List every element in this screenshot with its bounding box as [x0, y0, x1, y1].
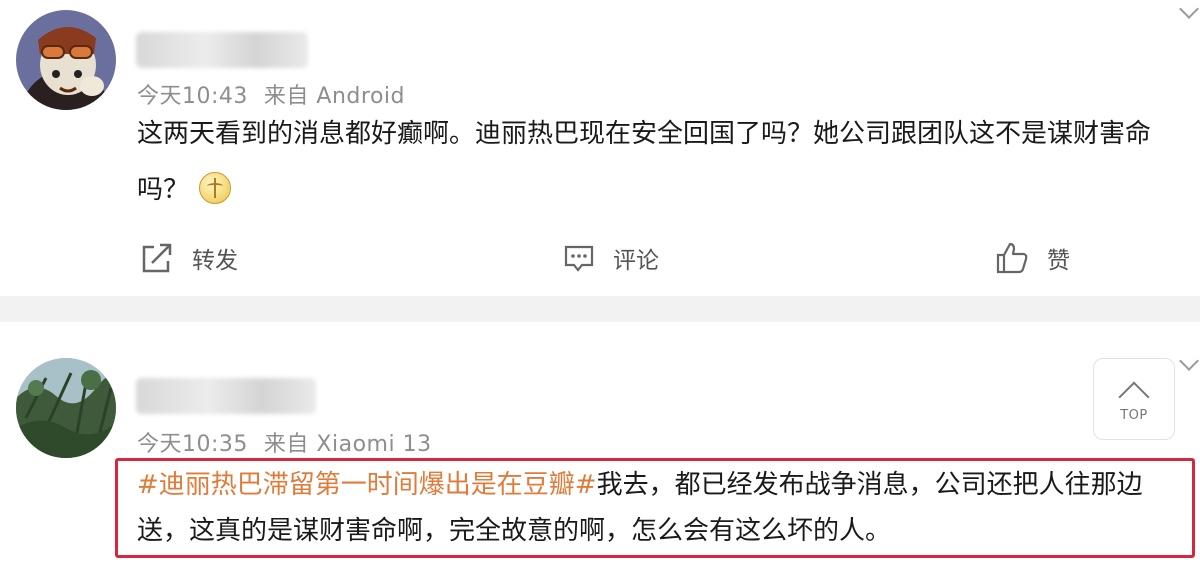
username-blurred[interactable] — [136, 32, 308, 68]
comment-icon — [564, 245, 594, 272]
like-label: 赞 — [1047, 248, 1070, 274]
source-prefix: 来自 — [263, 432, 309, 457]
hashtag-link[interactable]: #迪丽热巴滞留第一时间爆出是在豆瓣# — [137, 470, 597, 500]
post-time: 今天10:35 — [137, 432, 248, 457]
username-blurred[interactable] — [136, 378, 316, 414]
like-button[interactable]: 赞 — [995, 236, 1070, 280]
avatar[interactable] — [16, 10, 116, 110]
avatar-image — [16, 358, 116, 458]
post-content: 这两天看到的消息都好癫啊。迪丽热巴现在安全回国了吗？她公司跟团队这不是谋财害命吗… — [137, 106, 1187, 218]
emoji-icon — [199, 172, 232, 204]
comment-button[interactable]: 评论 — [563, 236, 659, 280]
repost-icon — [142, 243, 172, 273]
post-source: Xiaomi 13 — [316, 432, 432, 457]
like-icon — [996, 242, 1028, 274]
post-content: #迪丽热巴滞留第一时间爆出是在豆瓣#我去，都已经发布战争消息，公司还把人往那边送… — [137, 462, 1193, 554]
chevron-down-icon[interactable] — [1179, 0, 1199, 19]
repost-button[interactable]: 转发 — [140, 236, 238, 280]
post-card-1: 今天10:43 来自 Android 这两天看到的消息都好癫啊。迪丽热巴现在安全回… — [0, 0, 1200, 296]
post-separator — [0, 296, 1200, 322]
post-card-2: 今天10:35 来自 Xiaomi 13 TOP #迪丽热巴滞留第一时间爆出是在豆… — [0, 322, 1200, 569]
avatar-image — [16, 10, 116, 110]
post-meta: 今天10:35 来自 Xiaomi 13 — [137, 426, 432, 458]
chevron-down-icon[interactable] — [1179, 351, 1199, 371]
comment-label: 评论 — [613, 248, 659, 274]
repost-label: 转发 — [192, 248, 238, 274]
back-to-top-button[interactable]: TOP — [1093, 358, 1175, 440]
avatar[interactable] — [16, 358, 116, 458]
post-text: 这两天看到的消息都好癫啊。迪丽热巴现在安全回国了吗？她公司跟团队这不是谋财害命吗… — [137, 119, 1152, 205]
action-bar: 转发 评论 赞 — [0, 236, 1200, 280]
